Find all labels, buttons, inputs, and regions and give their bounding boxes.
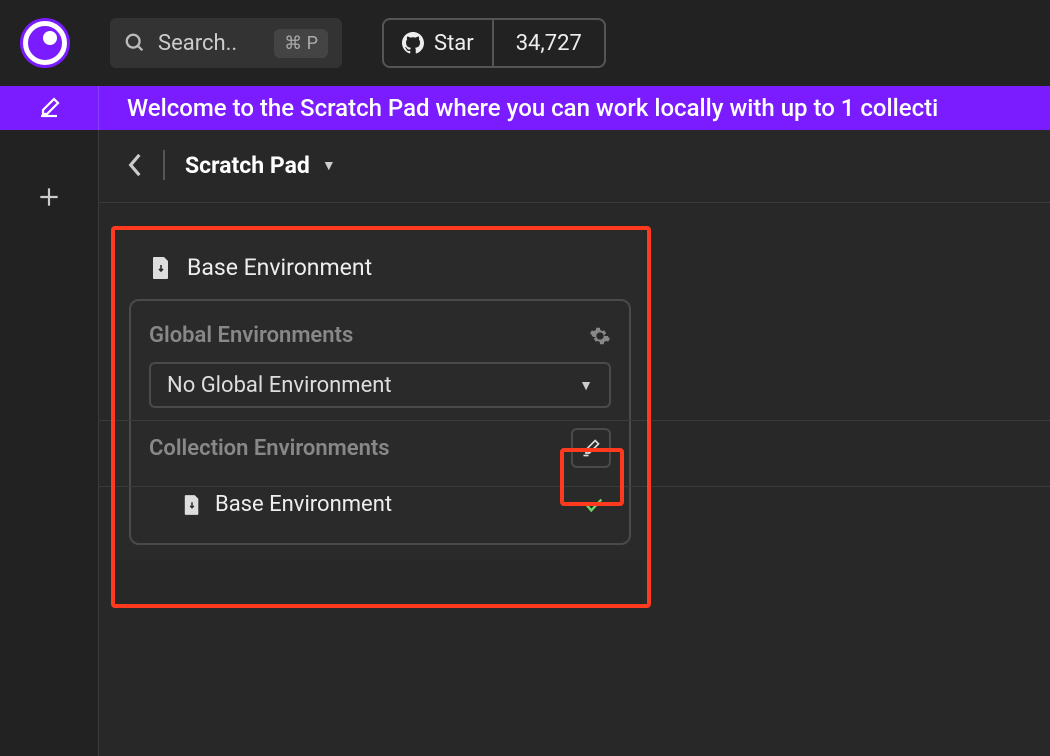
search-icon [124, 32, 146, 54]
github-star-label: Star [434, 31, 474, 56]
global-env-select-value: No Global Environment [167, 373, 392, 398]
lower-area: Scratch Pad ▼ Base Environment Global En… [0, 130, 1050, 756]
search-placeholder: Search.. [158, 31, 262, 56]
breadcrumb-divider [163, 150, 165, 180]
gear-icon[interactable] [589, 325, 611, 347]
global-env-header: Global Environments [149, 319, 611, 362]
environments-section: Global Environments No Global Environmen… [129, 299, 631, 545]
caret-down-icon: ▼ [579, 377, 593, 394]
base-environment-row[interactable]: Base Environment [115, 230, 645, 299]
welcome-banner: Welcome to the Scratch Pad where you can… [99, 86, 1050, 130]
horizontal-divider [99, 486, 1050, 487]
caret-down-icon: ▼ [322, 157, 336, 174]
sidebar-edit-cell[interactable] [0, 86, 99, 130]
github-widget: Star 34,727 [382, 18, 606, 68]
breadcrumb: Scratch Pad ▼ [99, 130, 1050, 200]
global-env-select[interactable]: No Global Environment ▼ [149, 362, 611, 408]
edit-collection-env-button[interactable] [571, 428, 611, 468]
back-button[interactable] [127, 152, 143, 178]
check-icon [583, 494, 605, 516]
base-environment-label: Base Environment [187, 254, 372, 281]
edit-icon [37, 96, 61, 120]
collection-env-title: Collection Environments [149, 436, 390, 461]
github-icon [402, 32, 424, 54]
github-star-button[interactable]: Star [384, 20, 494, 66]
app-logo [20, 18, 70, 68]
collection-env-item-left: Base Environment [183, 492, 392, 517]
top-bar: Search.. ⌘ P Star 34,727 [0, 0, 1050, 86]
github-star-count[interactable]: 34,727 [494, 31, 604, 56]
horizontal-divider [99, 202, 1050, 203]
main-area: Scratch Pad ▼ Base Environment Global En… [99, 130, 1050, 756]
file-icon [151, 256, 171, 280]
kbd-hint: ⌘ P [274, 29, 328, 58]
collection-env-item-label: Base Environment [215, 492, 392, 517]
horizontal-divider [99, 420, 1050, 421]
add-button[interactable] [36, 184, 62, 210]
collection-env-item[interactable]: Base Environment [149, 484, 611, 525]
banner-row: Welcome to the Scratch Pad where you can… [0, 86, 1050, 130]
breadcrumb-title-wrap[interactable]: Scratch Pad ▼ [185, 152, 336, 179]
search-bar[interactable]: Search.. ⌘ P [110, 18, 342, 68]
left-sidebar [0, 130, 99, 756]
global-env-title: Global Environments [149, 323, 353, 348]
breadcrumb-title: Scratch Pad [185, 152, 310, 179]
file-icon [183, 494, 201, 516]
environment-dropdown: Base Environment Global Environments No … [115, 230, 645, 559]
